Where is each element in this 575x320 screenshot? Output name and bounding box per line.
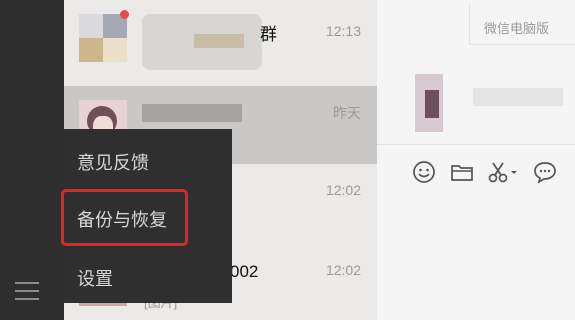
sidebar	[0, 0, 64, 320]
chat-pane: 微信电脑版	[377, 0, 575, 320]
emoji-icon[interactable]	[411, 159, 437, 185]
chat-time: 12:02	[325, 182, 361, 198]
highlight-annotation	[61, 189, 188, 246]
menu-item-settings[interactable]: 设置	[77, 265, 113, 291]
chat-item[interactable]: 群 12:13	[64, 0, 377, 78]
chat-bubble-icon[interactable]	[532, 159, 558, 185]
pixelated-mask	[194, 34, 244, 48]
scissors-icon[interactable]	[486, 159, 520, 185]
chat-name: 群	[260, 25, 277, 44]
chat-name: 002	[230, 262, 259, 281]
chat-time: 12:13	[325, 23, 361, 39]
folder-icon[interactable]	[449, 159, 475, 185]
pixelated-mask	[425, 90, 439, 118]
divider	[377, 144, 575, 145]
chat-time: 昨天	[333, 105, 361, 121]
chat-time: 12:02	[325, 262, 361, 278]
title-button-label: 微信电脑版	[484, 21, 550, 36]
unread-badge	[120, 10, 129, 19]
group-avatar	[79, 14, 127, 62]
pixelated-mask	[142, 104, 242, 122]
pixelated-mask	[473, 88, 563, 106]
menu-icon[interactable]	[15, 282, 39, 300]
wechat-pc-button[interactable]: 微信电脑版	[469, 4, 575, 45]
menu-item-feedback[interactable]: 意见反馈	[77, 149, 149, 175]
